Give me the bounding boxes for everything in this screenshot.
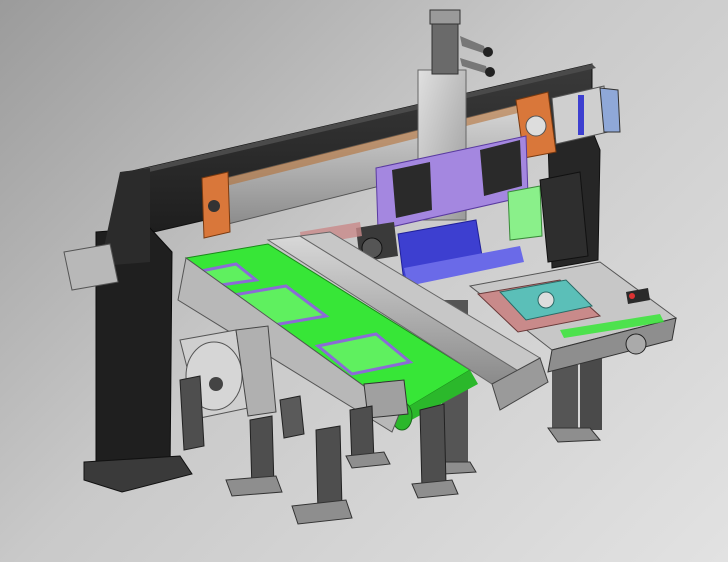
support-leg [419,403,447,491]
pillar-base-plate [83,455,193,493]
support-leg [552,365,578,435]
cable-connector [483,47,493,57]
support-leg [179,375,205,451]
support-foot [291,499,353,525]
assembly-model[interactable] [0,0,728,562]
cable-connector [485,67,495,77]
support-foot [547,427,602,443]
cad-viewport[interactable] [0,0,728,562]
support-leg [315,425,343,513]
rail-end-cap [63,243,119,291]
mint-block [507,185,543,241]
support-foot [225,475,283,497]
support-leg [580,355,602,430]
support-foot [411,479,459,499]
